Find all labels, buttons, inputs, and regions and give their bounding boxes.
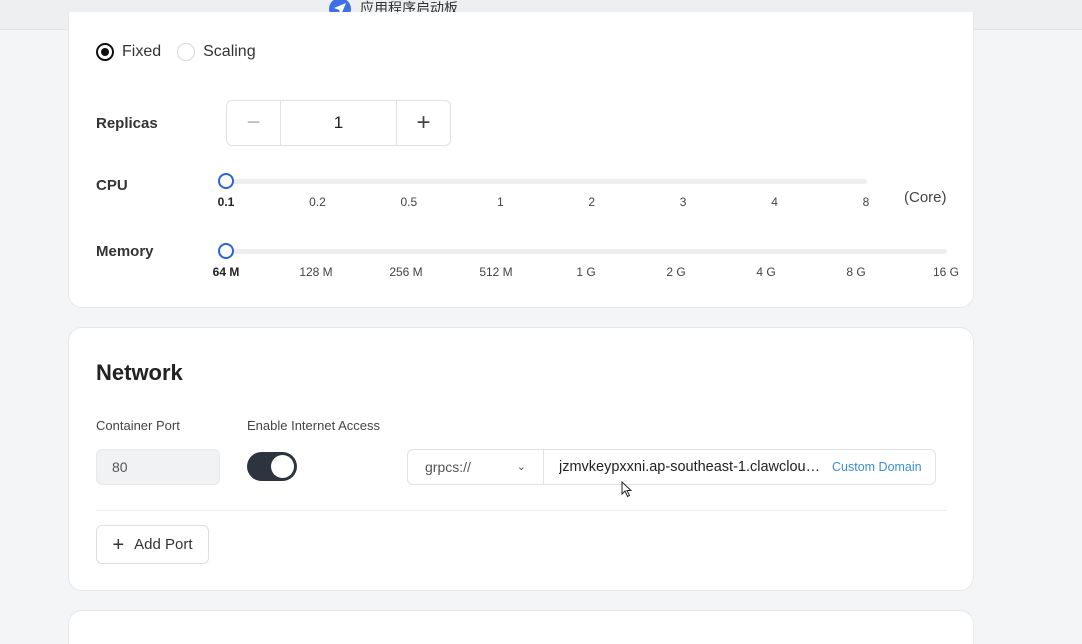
protocol-select[interactable]: grpcs:// ⌄ [407,449,543,485]
memory-tick-label[interactable]: 512 M [479,265,512,279]
cpu-tick-label[interactable]: 0.2 [309,195,326,209]
memory-slider-track[interactable] [221,249,947,254]
memory-tick-label[interactable]: 128 M [299,265,332,279]
replicas-stepper: − 1 + [226,100,451,146]
add-port-label: Add Port [134,536,193,553]
next-card [68,610,974,644]
cpu-tick-label[interactable]: 0.5 [401,195,418,209]
replicas-value[interactable]: 1 [281,101,396,145]
divider [96,510,947,511]
cpu-unit: (Core) [904,189,947,206]
network-section-title: Network [96,360,183,385]
cpu-tick-label[interactable]: 0.1 [218,195,235,209]
memory-tick-label[interactable]: 256 M [389,265,422,279]
deploy-mode-radio-group: Fixed Scaling [96,43,272,61]
mouse-cursor-icon [621,481,633,498]
memory-tick-label[interactable]: 64 M [213,265,240,279]
memory-slider-handle[interactable] [218,243,234,259]
radio-scaling[interactable]: Scaling [177,43,256,61]
memory-label: Memory [96,243,154,260]
memory-tick-label[interactable]: 8 G [846,265,865,279]
chevron-down-icon: ⌄ [516,461,526,473]
domain-value: jzmvkeypxxni.ap-southeast-1.clawcloudrun… [559,459,827,475]
internet-access-toggle[interactable] [247,452,297,481]
radio-label: Fixed [122,43,162,60]
container-port-input[interactable]: 80 [96,449,220,485]
radio-dot [96,43,114,61]
decrement-button[interactable]: − [227,101,281,145]
cpu-tick-label[interactable]: 3 [680,195,687,209]
radio-fixed[interactable]: Fixed [96,43,161,61]
protocol-value: grpcs:// [425,459,471,475]
memory-tick-label[interactable]: 1 G [576,265,595,279]
replicas-label: Replicas [96,115,158,132]
cpu-tick-label[interactable]: 2 [588,195,595,209]
increment-button[interactable]: + [396,101,450,145]
memory-tick-label[interactable]: 4 G [756,265,775,279]
cpu-tick-label[interactable]: 8 [863,195,870,209]
container-port-label: Container Port [96,418,180,433]
cpu-tick-label[interactable]: 4 [771,195,778,209]
radio-dot [177,43,196,61]
custom-domain-link[interactable]: Custom Domain [832,460,922,474]
cpu-slider-track[interactable] [221,179,867,184]
plus-icon: + [112,533,125,556]
toggle-knob [271,455,294,478]
cpu-slider-handle[interactable] [218,173,234,189]
internet-access-label: Enable Internet Access [247,418,380,433]
cpu-tick-label[interactable]: 1 [497,195,504,209]
memory-tick-label[interactable]: 16 G [933,265,959,279]
cpu-label: CPU [96,177,128,194]
domain-field[interactable]: jzmvkeypxxni.ap-southeast-1.clawcloudrun… [543,449,936,485]
memory-tick-label[interactable]: 2 G [666,265,685,279]
radio-label: Scaling [203,43,256,60]
add-port-button[interactable]: + Add Port [96,525,209,564]
